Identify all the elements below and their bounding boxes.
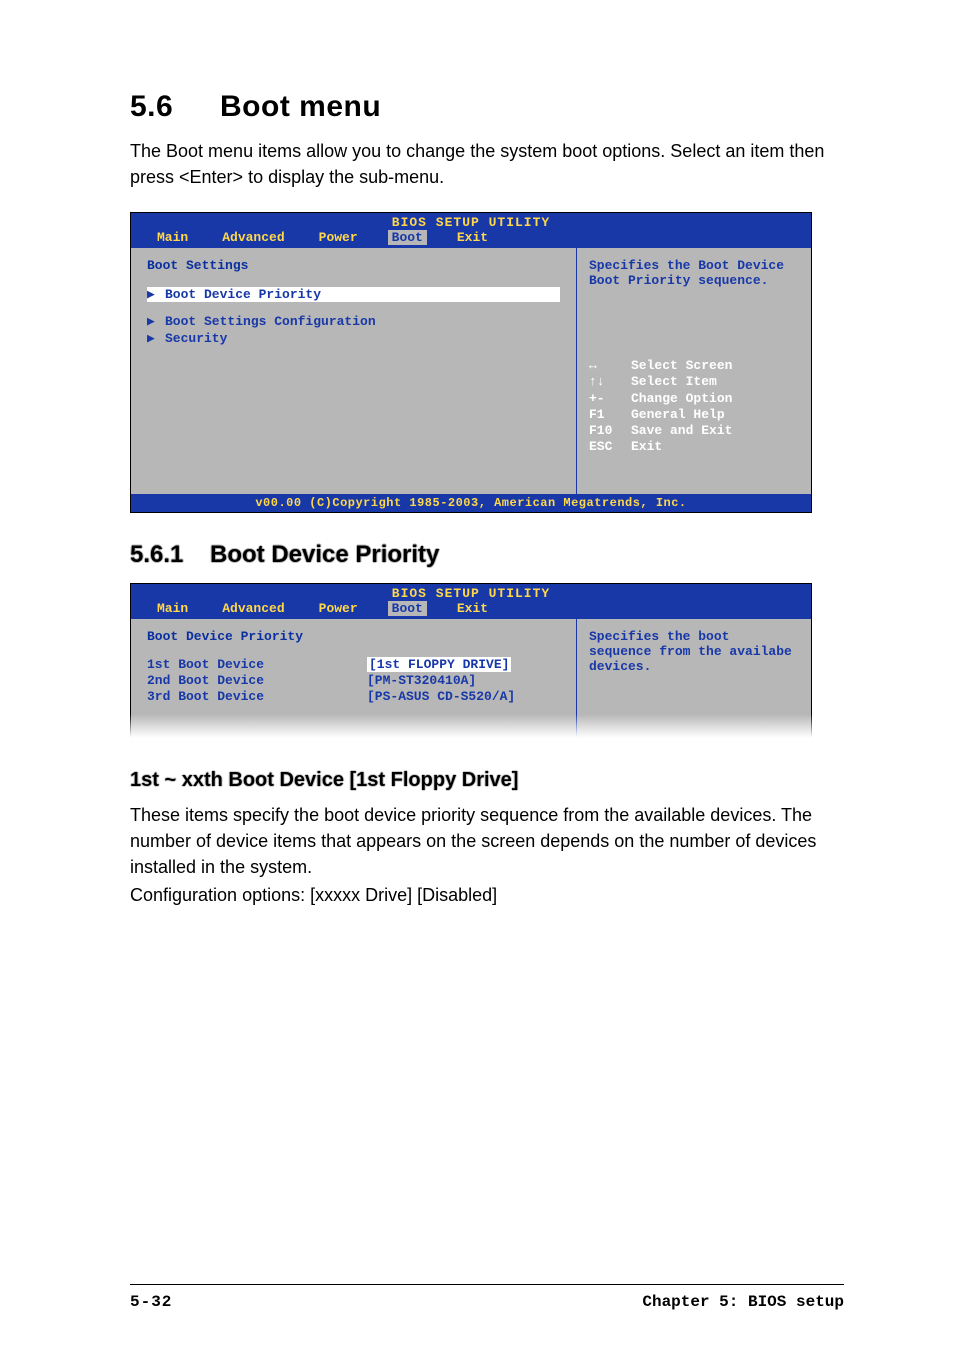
tab-main[interactable]: Main <box>153 230 192 245</box>
key-arrows-lr: ↔ <box>589 358 631 374</box>
bios-footer: v00.00 (C)Copyright 1985-2003, American … <box>131 494 811 512</box>
menu-item-security[interactable]: ▶ Security <box>147 331 560 346</box>
menu-item-label: Boot Settings Configuration <box>165 314 376 329</box>
tab-power[interactable]: Power <box>315 230 362 245</box>
boot-device-row-1[interactable]: 1st Boot Device [1st FLOPPY DRIVE] <box>147 657 560 672</box>
section-heading: 5.6Boot menu <box>130 90 844 124</box>
triangle-icon: ▶ <box>147 314 157 329</box>
bios-title: BIOS SETUP UTILITY <box>131 584 811 601</box>
bios-menubar: Main Advanced Power Boot Exit <box>131 601 811 619</box>
bios-title: BIOS SETUP UTILITY <box>131 213 811 230</box>
intro-paragraph: The Boot menu items allow you to change … <box>130 138 844 190</box>
menu-item-label: Boot Device Priority <box>165 287 321 302</box>
item-heading: 1st ~ xxth Boot Device [1st Floppy Drive… <box>130 769 844 792</box>
triangle-icon: ▶ <box>147 287 157 302</box>
pane-title: Boot Settings <box>147 258 560 273</box>
tab-boot[interactable]: Boot <box>388 230 427 245</box>
menu-item-label: Security <box>165 331 227 346</box>
menu-item-boot-settings-configuration[interactable]: ▶ Boot Settings Configuration <box>147 314 560 329</box>
tab-main[interactable]: Main <box>153 601 192 616</box>
tab-advanced[interactable]: Advanced <box>218 230 288 245</box>
tab-exit[interactable]: Exit <box>453 230 492 245</box>
key-f1: F1 <box>589 407 631 423</box>
key-f10: F10 <box>589 423 631 439</box>
tab-boot[interactable]: Boot <box>388 601 427 616</box>
row-value: [1st FLOPPY DRIVE] <box>367 657 511 672</box>
key-esc: ESC <box>589 439 631 455</box>
bios-help-pane: Specifies the Boot Device Boot Priority … <box>577 248 811 494</box>
row-key: 2nd Boot Device <box>147 673 367 688</box>
tab-power[interactable]: Power <box>315 601 362 616</box>
section-number: 5.6 <box>130 90 220 124</box>
item-description: These items specify the boot device prio… <box>130 802 844 880</box>
bios-main-pane: Boot Device Priority 1st Boot Device [1s… <box>131 619 577 741</box>
chapter-label: Chapter 5: BIOS setup <box>642 1293 844 1311</box>
bios-menubar: Main Advanced Power Boot Exit <box>131 230 811 248</box>
subsection-heading: 5.6.1Boot Device Priority <box>130 541 844 569</box>
key-arrows-ud: ↑↓ <box>589 374 631 390</box>
item-config-options: Configuration options: [xxxxx Drive] [Di… <box>130 882 844 908</box>
bios-help-pane: Specifies the boot sequence from the ava… <box>577 619 811 741</box>
subsection-number: 5.6.1 <box>130 541 210 569</box>
help-text: Specifies the Boot Device Boot Priority … <box>589 258 799 288</box>
section-title: Boot menu <box>220 90 381 123</box>
row-value: [PM-ST320410A] <box>367 673 476 688</box>
subsection-title: Boot Device Priority <box>210 541 439 568</box>
bios-screenshot-boot-settings: BIOS SETUP UTILITY Main Advanced Power B… <box>130 212 812 513</box>
triangle-icon: ▶ <box>147 331 157 346</box>
boot-device-row-3[interactable]: 3rd Boot Device [PS-ASUS CD-S520/A] <box>147 689 560 704</box>
menu-item-boot-device-priority[interactable]: ▶ Boot Device Priority <box>147 287 560 302</box>
bios-main-pane: Boot Settings ▶ Boot Device Priority ▶ B… <box>131 248 577 494</box>
tab-exit[interactable]: Exit <box>453 601 492 616</box>
page-number: 5-32 <box>130 1293 172 1311</box>
help-keys: ↔Select Screen ↑↓Select Item +-Change Op… <box>589 358 799 456</box>
tab-advanced[interactable]: Advanced <box>218 601 288 616</box>
row-value: [PS-ASUS CD-S520/A] <box>367 689 515 704</box>
key-plus-minus: +- <box>589 391 631 407</box>
help-text: Specifies the boot sequence from the ava… <box>589 629 799 674</box>
row-key: 3rd Boot Device <box>147 689 367 704</box>
pane-title: Boot Device Priority <box>147 629 560 644</box>
boot-device-row-2[interactable]: 2nd Boot Device [PM-ST320410A] <box>147 673 560 688</box>
row-key: 1st Boot Device <box>147 657 367 672</box>
page-footer: 5-32 Chapter 5: BIOS setup <box>130 1284 844 1311</box>
bios-screenshot-boot-device-priority: BIOS SETUP UTILITY Main Advanced Power B… <box>130 583 812 741</box>
